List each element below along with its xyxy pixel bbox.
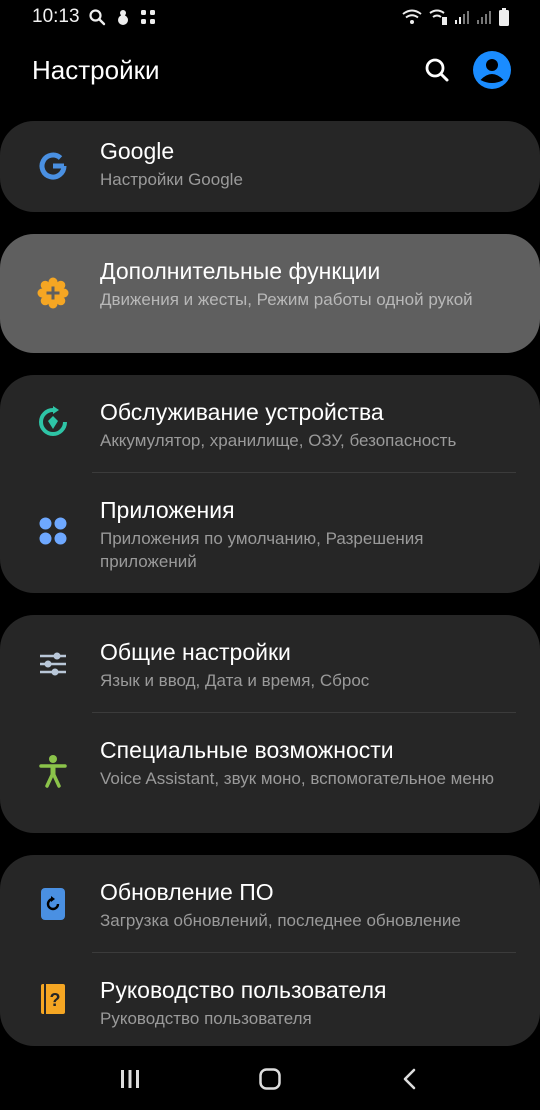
wifi-icon: [402, 9, 422, 25]
settings-item-title: Руководство пользователя: [100, 977, 387, 1003]
settings-card-google: Google Настройки Google: [0, 121, 540, 212]
wifi-call-icon: [428, 9, 448, 25]
settings-card-general: Общие настройки Язык и ввод, Дата и врем…: [0, 615, 540, 833]
svg-text:?: ?: [50, 990, 61, 1010]
grid-icon: [140, 9, 156, 25]
sliders-icon: [34, 645, 72, 683]
accessibility-icon: [34, 752, 72, 790]
account-button[interactable]: [472, 50, 512, 90]
settings-item-subtitle: Приложения по умолчанию, Разрешения прил…: [100, 529, 424, 571]
device-care-icon: [34, 403, 72, 441]
settings-item-subtitle: Настройки Google: [100, 170, 243, 189]
search-icon: [88, 8, 106, 26]
recents-icon: [121, 1070, 139, 1088]
settings-card-advanced-features: Дополнительные функции Движения и жесты,…: [0, 234, 540, 353]
status-time: 10:13: [32, 6, 80, 27]
settings-item-software-update[interactable]: Обновление ПО Загрузка обновлений, после…: [0, 855, 540, 953]
settings-item-subtitle: Движения и жесты, Режим работы одной рук…: [100, 290, 473, 309]
software-update-icon: [34, 885, 72, 923]
settings-card-device: Обслуживание устройства Аккумулятор, хра…: [0, 375, 540, 593]
home-icon: [259, 1068, 281, 1090]
navigation-bar: [0, 1048, 540, 1110]
avatar-icon: [473, 51, 511, 89]
settings-item-title: Дополнительные функции: [100, 258, 381, 284]
settings-item-title: Google: [100, 138, 175, 164]
settings-item-title: Обслуживание устройства: [100, 399, 384, 425]
recents-button[interactable]: [100, 1054, 160, 1104]
apps-icon: [34, 512, 72, 550]
signal-icon: [454, 9, 470, 25]
settings-item-subtitle: Загрузка обновлений, последнее обновлени…: [100, 911, 461, 930]
settings-item-user-manual[interactable]: ? Руководство пользователя Руководство п…: [0, 953, 540, 1046]
settings-item-subtitle: Язык и ввод, Дата и время, Сброс: [100, 671, 370, 690]
user-manual-icon: ?: [34, 980, 72, 1018]
signal-icon: [476, 9, 492, 25]
settings-item-title: Приложения: [100, 497, 235, 523]
advanced-features-icon: [34, 274, 72, 312]
settings-item-accessibility[interactable]: Специальные возможности Voice Assistant,…: [0, 713, 540, 833]
settings-item-subtitle: Аккумулятор, хранилище, ОЗУ, безопасност…: [100, 431, 457, 450]
settings-item-general-management[interactable]: Общие настройки Язык и ввод, Дата и врем…: [0, 615, 540, 713]
settings-item-subtitle: Руководство пользователя: [100, 1009, 312, 1028]
settings-item-google[interactable]: Google Настройки Google: [0, 121, 540, 212]
settings-item-title: Обновление ПО: [100, 879, 274, 905]
settings-item-device-care[interactable]: Обслуживание устройства Аккумулятор, хра…: [0, 375, 540, 473]
search-icon: [425, 58, 449, 82]
settings-item-apps[interactable]: Приложения Приложения по умолчанию, Разр…: [0, 473, 540, 593]
settings-item-title: Общие настройки: [100, 639, 291, 665]
search-button[interactable]: [424, 57, 450, 83]
back-button[interactable]: [380, 1054, 440, 1104]
home-button[interactable]: [240, 1054, 300, 1104]
status-bar: 10:13: [0, 0, 540, 34]
settings-item-title: Специальные возможности: [100, 737, 394, 763]
settings-card-support: Обновление ПО Загрузка обновлений, после…: [0, 855, 540, 1046]
bug-icon: [114, 8, 132, 26]
back-icon: [403, 1068, 416, 1090]
app-header: Настройки: [0, 40, 540, 100]
battery-icon: [498, 8, 510, 26]
settings-item-advanced-features[interactable]: Дополнительные функции Движения и жесты,…: [0, 234, 540, 353]
settings-item-subtitle: Voice Assistant, звук моно, вспомогатель…: [100, 769, 494, 788]
page-title: Настройки: [32, 54, 160, 85]
google-icon: [34, 147, 72, 185]
